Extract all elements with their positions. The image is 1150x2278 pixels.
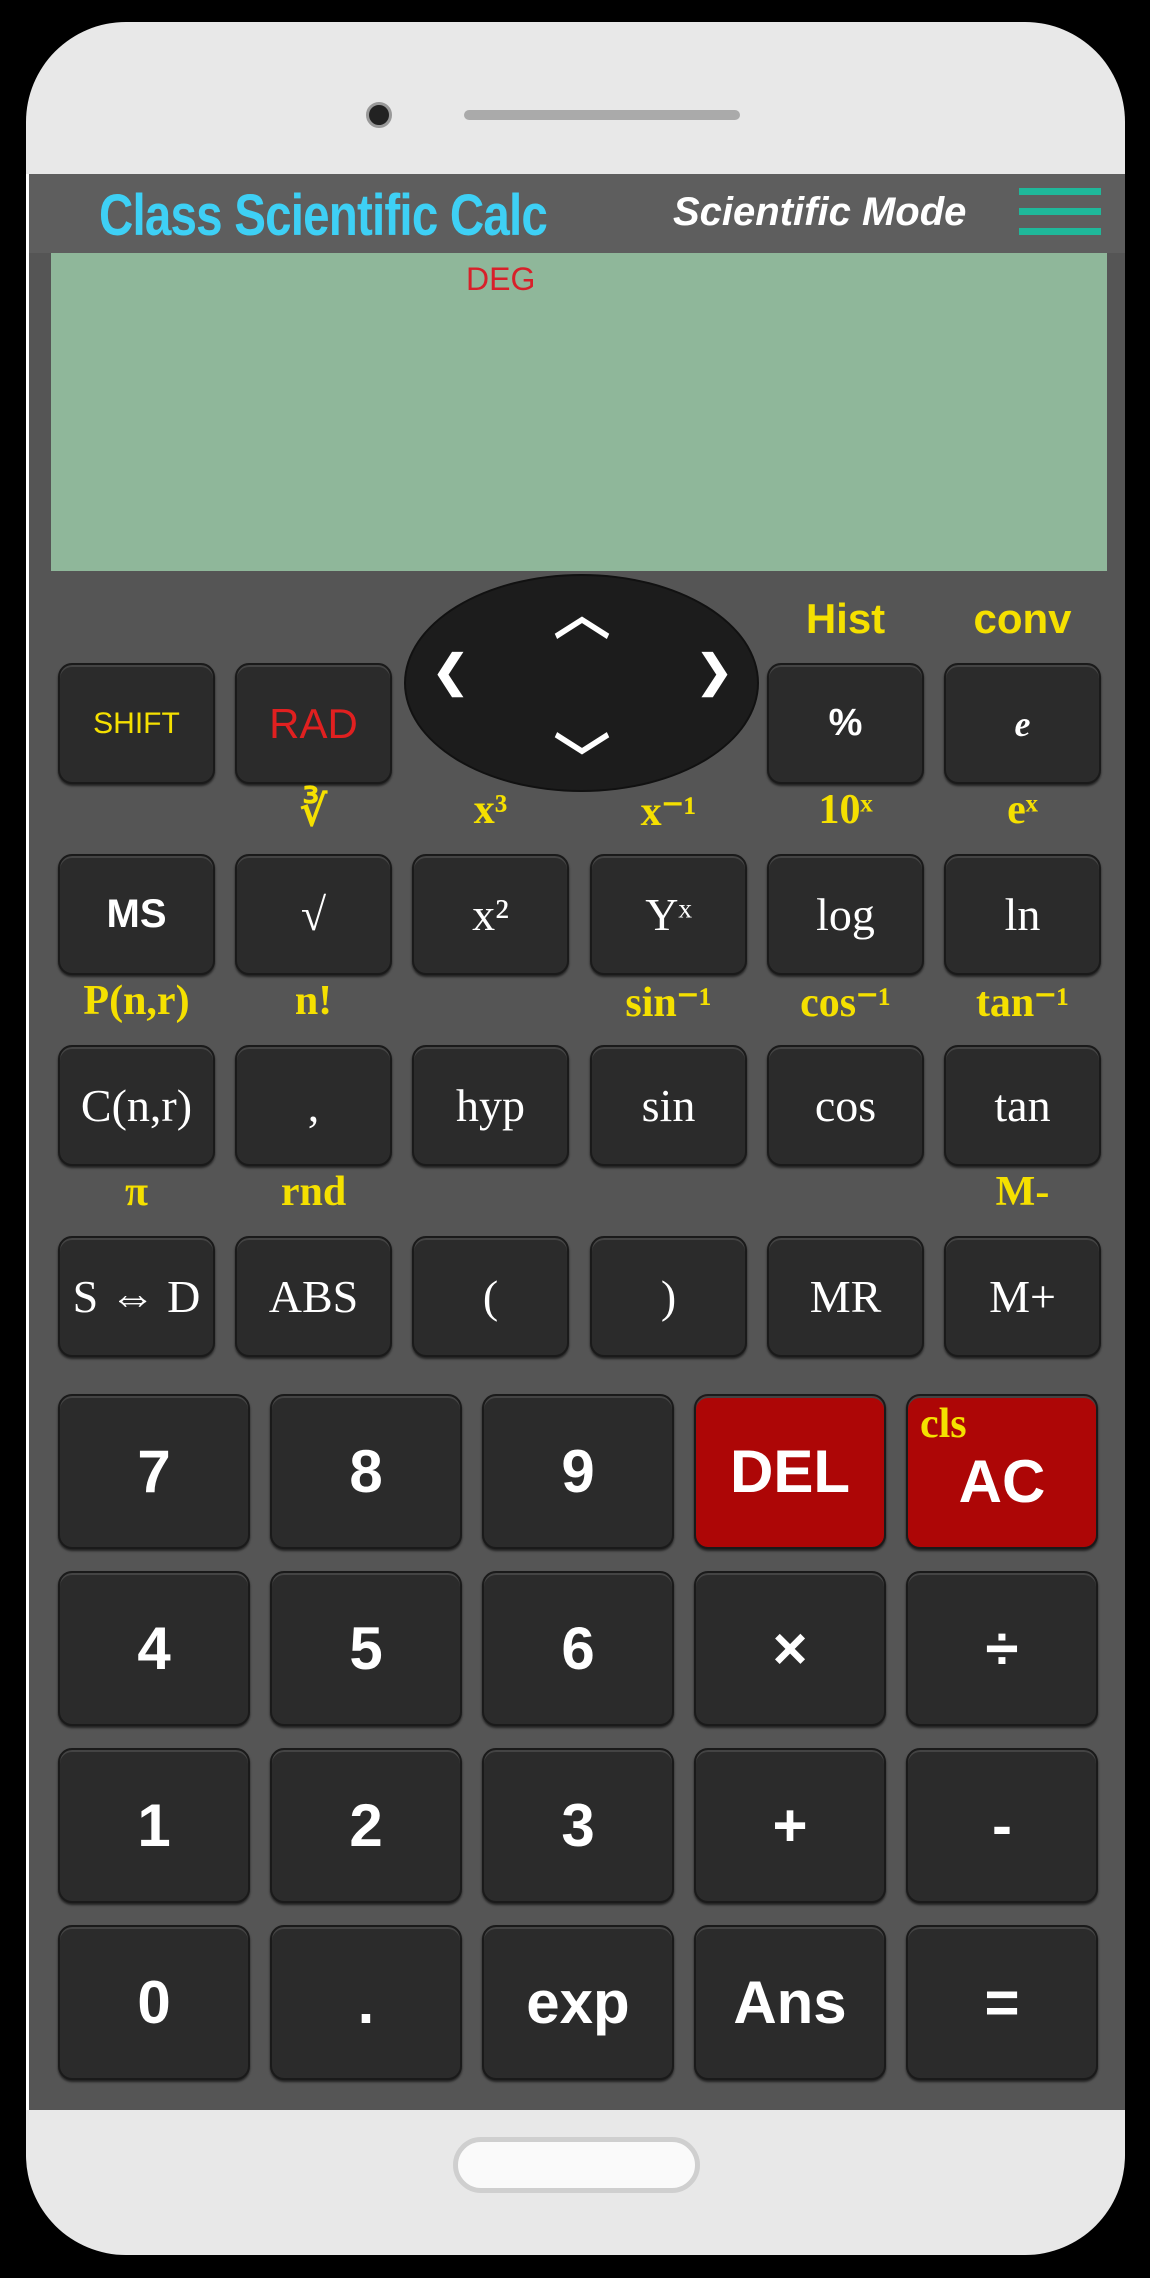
key-symbol-3-4[interactable]: = bbox=[906, 1925, 1098, 2080]
key-symbol-1-3[interactable]: × bbox=[694, 1571, 886, 1726]
key-e-0-3[interactable]: e bbox=[944, 663, 1101, 784]
shift-label-sin: sin⁻¹ bbox=[625, 980, 712, 1026]
speaker-grille bbox=[464, 110, 740, 120]
shift-label-symbol: n! bbox=[294, 978, 333, 1024]
shift-label-y: x⁻¹ bbox=[640, 789, 697, 835]
key-label: DEL bbox=[730, 1438, 850, 1505]
key-label: 5 bbox=[349, 1615, 383, 1682]
key-s-d-3-0[interactable]: S ⇔ D bbox=[58, 1236, 215, 1357]
key-x-1-2[interactable]: x² bbox=[412, 854, 569, 975]
key-label: exp bbox=[526, 1969, 630, 2036]
key-abs-3-1[interactable]: ABS bbox=[235, 1236, 392, 1357]
shift-label-symbol: ∛ bbox=[300, 789, 327, 835]
key-ans-3-3[interactable]: Ans bbox=[694, 1925, 886, 2080]
key-label: 1 bbox=[137, 1792, 171, 1859]
key-symbol-1-1[interactable]: √ bbox=[235, 854, 392, 975]
key-label: ÷ bbox=[985, 1615, 1019, 1682]
key-del-0-3[interactable]: DEL bbox=[694, 1394, 886, 1549]
shift-label-symbol: Hist bbox=[805, 595, 886, 642]
right-arrow-icon[interactable]: ❯ bbox=[696, 646, 733, 697]
hamburger-menu-icon[interactable] bbox=[1019, 188, 1101, 236]
key-label: . bbox=[357, 1969, 375, 2036]
key-ac-0-4[interactable]: AC cls bbox=[906, 1394, 1098, 1549]
key-tan-2-5[interactable]: tan bbox=[944, 1045, 1101, 1166]
camera-icon bbox=[366, 102, 392, 128]
key-6-1-2[interactable]: 6 bbox=[482, 1571, 674, 1726]
shift-label-log: 10ˣ bbox=[818, 787, 873, 833]
key-m-3-5[interactable]: M+ bbox=[944, 1236, 1101, 1357]
key-label: 2 bbox=[349, 1792, 383, 1859]
key-1-2-0[interactable]: 1 bbox=[58, 1748, 250, 1903]
key-symbol-3-3[interactable]: ) bbox=[590, 1236, 747, 1357]
key-8-0-1[interactable]: 8 bbox=[270, 1394, 462, 1549]
key-symbol-0-2[interactable]: % bbox=[767, 663, 924, 784]
mode-label[interactable]: Scientific Mode bbox=[673, 190, 966, 235]
key-shift-0-0[interactable]: SHIFT bbox=[58, 663, 215, 784]
key-symbol-1-4[interactable]: ÷ bbox=[906, 1571, 1098, 1726]
key-label: = bbox=[984, 1969, 1020, 2036]
key-label: 8 bbox=[349, 1438, 383, 1505]
shift-label-tan: tan⁻¹ bbox=[975, 980, 1070, 1026]
key-label: Ans bbox=[733, 1969, 847, 2036]
left-arrow-icon[interactable]: ❮ bbox=[432, 646, 469, 697]
key-symbol-3-2[interactable]: ( bbox=[412, 1236, 569, 1357]
key-hyp-2-2[interactable]: hyp bbox=[412, 1045, 569, 1166]
key-ln-1-5[interactable]: ln bbox=[944, 854, 1101, 975]
app-title: Class Scientific Calc bbox=[99, 183, 548, 248]
key-3-2-2[interactable]: 3 bbox=[482, 1748, 674, 1903]
key-c-n-r-2-0[interactable]: C(n,r) bbox=[58, 1045, 215, 1166]
shift-label-m: M- bbox=[995, 1169, 1050, 1215]
key-label: 9 bbox=[561, 1438, 595, 1505]
key-label: + bbox=[772, 1792, 808, 1859]
key-sin-2-3[interactable]: sin bbox=[590, 1045, 747, 1166]
shift-label-s-d: π bbox=[124, 1169, 148, 1215]
key-symbol-2-1[interactable]: , bbox=[235, 1045, 392, 1166]
key-label: 7 bbox=[137, 1438, 171, 1505]
shift-label-cos: cos⁻¹ bbox=[800, 980, 891, 1026]
key-log-1-4[interactable]: log bbox=[767, 854, 924, 975]
key-2-2-1[interactable]: 2 bbox=[270, 1748, 462, 1903]
key-label: - bbox=[992, 1792, 1012, 1859]
dpad: ︿ ﹀ ❮ ❯ bbox=[404, 574, 759, 792]
key-label: AC bbox=[958, 1448, 1046, 1515]
key-label: 3 bbox=[561, 1792, 595, 1859]
key-label: 4 bbox=[137, 1615, 171, 1682]
key-0-3-0[interactable]: 0 bbox=[58, 1925, 250, 2080]
key-9-0-2[interactable]: 9 bbox=[482, 1394, 674, 1549]
app-screen: Class Scientific Calc Scientific Mode DE… bbox=[26, 174, 1125, 2110]
key-5-1-1[interactable]: 5 bbox=[270, 1571, 462, 1726]
key-ms-1-0[interactable]: MS bbox=[58, 854, 215, 975]
shift-label-ac: cls bbox=[920, 1401, 967, 1447]
calculator-display: DEG bbox=[51, 253, 1107, 571]
key-cos-2-4[interactable]: cos bbox=[767, 1045, 924, 1166]
angle-mode-indicator: DEG bbox=[466, 261, 536, 297]
shift-label-e: conv bbox=[973, 595, 1072, 642]
app-header: Class Scientific Calc Scientific Mode bbox=[29, 174, 1125, 253]
key-rad-0-1[interactable]: RAD bbox=[235, 663, 392, 784]
key-symbol-2-4[interactable]: - bbox=[906, 1748, 1098, 1903]
key-exp-3-2[interactable]: exp bbox=[482, 1925, 674, 2080]
key-4-1-0[interactable]: 4 bbox=[58, 1571, 250, 1726]
key-label: × bbox=[772, 1615, 808, 1682]
key-label: 0 bbox=[137, 1969, 171, 2036]
shift-label-ln: eˣ bbox=[1007, 787, 1038, 833]
home-button[interactable] bbox=[453, 2137, 700, 2193]
shift-label-c-n-r: P(n,r) bbox=[83, 978, 190, 1024]
key-y-1-3[interactable]: Yˣ bbox=[590, 854, 747, 975]
down-arrow-icon[interactable]: ﹀ bbox=[554, 716, 610, 797]
shift-label-abs: rnd bbox=[280, 1169, 347, 1215]
key-label: 6 bbox=[561, 1615, 595, 1682]
up-arrow-icon[interactable]: ︿ bbox=[554, 570, 610, 651]
key-symbol-3-1[interactable]: . bbox=[270, 1925, 462, 2080]
key-mr-3-4[interactable]: MR bbox=[767, 1236, 924, 1357]
key-symbol-2-3[interactable]: + bbox=[694, 1748, 886, 1903]
key-7-0-0[interactable]: 7 bbox=[58, 1394, 250, 1549]
shift-label-x: x³ bbox=[473, 787, 508, 833]
